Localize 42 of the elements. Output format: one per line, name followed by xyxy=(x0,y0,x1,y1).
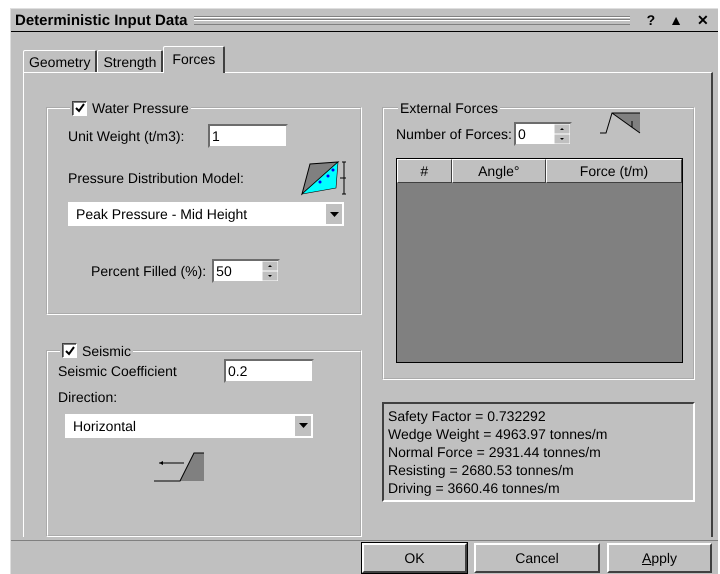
field-label: Direction: xyxy=(58,388,118,405)
field-label: Seismic Coefficient xyxy=(58,362,178,379)
checkbox[interactable] xyxy=(72,100,87,116)
title-bar-button[interactable]: ? xyxy=(642,12,660,28)
field-label: Unit Weight (t/m3): xyxy=(68,128,186,144)
input-field[interactable]: 0.2 xyxy=(224,358,314,383)
pressure-diagram-icon xyxy=(300,160,348,196)
field-label: Percent Filled (%): xyxy=(91,263,206,279)
result-line: Driving = 3660.46 tonnes/m xyxy=(388,479,561,497)
caret-icon xyxy=(330,212,338,216)
spin-buttons[interactable] xyxy=(262,261,278,281)
spin-buttons[interactable] xyxy=(554,124,570,144)
spin-field[interactable]: 0 xyxy=(514,122,572,146)
title-bar-button[interactable]: ▲ xyxy=(664,12,688,28)
caret-icon xyxy=(298,423,308,428)
spin-field[interactable]: 50 xyxy=(212,259,280,283)
dialog-button[interactable]: OK xyxy=(362,543,467,573)
title-bar-button[interactable]: ✕ xyxy=(692,12,714,28)
field-label: Number of Forces: xyxy=(396,126,513,142)
tab[interactable]: Strength xyxy=(97,50,164,72)
group-title: Water Pressure xyxy=(92,100,189,116)
result-line: Safety Factor = 0.732292 xyxy=(388,407,547,425)
dropdown[interactable]: Peak Pressure - Mid Height xyxy=(68,202,344,226)
tab[interactable]: Forces xyxy=(163,46,226,73)
result-line: Normal Force = 2931.44 tonnes/m xyxy=(388,443,602,461)
checkbox[interactable] xyxy=(62,343,77,358)
result-line: Wedge Weight = 4963.97 tonnes/m xyxy=(388,425,608,443)
input-field[interactable]: 1 xyxy=(208,124,288,148)
slope-arrow-icon xyxy=(154,452,204,482)
slope-force-icon xyxy=(600,111,642,135)
tab[interactable]: Geometry xyxy=(23,50,98,72)
window-title: Deterministic Input Data xyxy=(15,12,188,28)
group-title: External Forces xyxy=(400,100,498,116)
column-header[interactable]: Force (t/m) xyxy=(546,159,682,183)
dialog-button[interactable]: Cancel xyxy=(474,543,600,573)
dialog-button[interactable]: Apply xyxy=(607,543,712,573)
dropdown[interactable]: Horizontal xyxy=(65,414,313,438)
result-line: Resisting = 2680.53 tonnes/m xyxy=(388,461,575,479)
column-header[interactable]: # xyxy=(397,159,452,183)
group-title: Seismic xyxy=(82,342,132,359)
column-header[interactable]: Angle° xyxy=(452,159,546,183)
field-label: Pressure Distribution Model: xyxy=(68,170,245,186)
